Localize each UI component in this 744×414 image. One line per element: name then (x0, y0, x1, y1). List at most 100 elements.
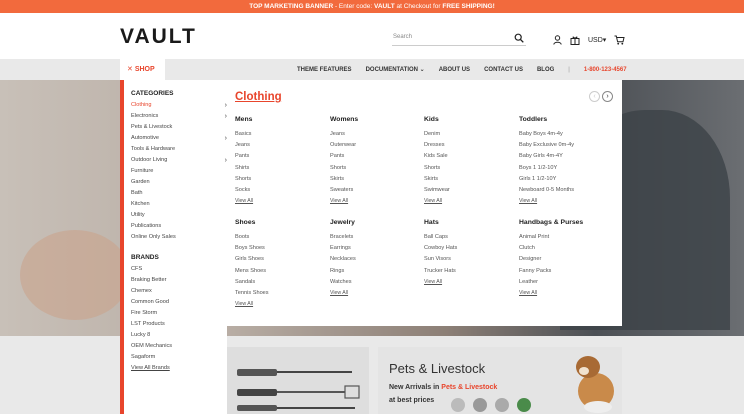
sidebar-category-item[interactable]: Publications (131, 221, 227, 232)
sidebar-brand-item[interactable]: Common Good (131, 297, 227, 308)
view-all-link[interactable]: View All (235, 299, 325, 310)
mega-menu-link[interactable]: Pants (330, 151, 420, 162)
mega-column-heading[interactable]: Mens (235, 116, 325, 129)
view-all-link[interactable]: View All (519, 196, 609, 207)
mega-menu-link[interactable]: Ball Caps (424, 232, 514, 243)
mega-column-heading[interactable]: Shoes (235, 219, 325, 232)
mega-menu-link[interactable]: Skirts (424, 174, 514, 185)
mega-column-heading[interactable]: Kids (424, 116, 514, 129)
mega-menu-link[interactable]: Baby Exclusive 0m-4y (519, 140, 609, 151)
sidebar-category-item[interactable]: Bath (131, 188, 227, 199)
mega-menu-link[interactable]: Earrings (330, 243, 420, 254)
view-all-link[interactable]: View All (330, 196, 420, 207)
sidebar-category-item[interactable]: Pets & Livestock (131, 122, 227, 133)
mega-menu-link[interactable]: Baby Girls 4m-4Y (519, 151, 609, 162)
promo-category-link[interactable]: Pets & Livestock (441, 384, 497, 391)
mega-menu-link[interactable]: Clutch (519, 243, 609, 254)
mega-menu-link[interactable]: Fanny Packs (519, 266, 609, 277)
search-input[interactable]: Search (392, 31, 526, 46)
mega-menu-link[interactable]: Sweaters (330, 185, 420, 196)
sidebar-category-item[interactable]: Tools & Hardware (131, 144, 227, 155)
mega-menu-link[interactable]: Girls 1 1/2-10Y (519, 174, 609, 185)
close-icon[interactable]: ✕ (127, 66, 133, 73)
view-all-link[interactable]: View All (519, 288, 609, 299)
mega-menu-link[interactable]: Denim (424, 129, 514, 140)
search-icon[interactable] (514, 33, 524, 43)
currency-selector[interactable]: USD▾ (588, 36, 606, 44)
user-icon[interactable] (553, 35, 562, 45)
sidebar-category-item[interactable]: Kitchen (131, 199, 227, 210)
promo-card-pets[interactable]: Pets & Livestock New Arrivals in Pets & … (378, 347, 622, 414)
sidebar-brand-item[interactable]: LST Products (131, 319, 227, 330)
nav-link-documentation[interactable]: DOCUMENTATION ⌄ (366, 66, 425, 73)
mega-menu-link[interactable]: Outerwear (330, 140, 420, 151)
sidebar-category-item[interactable]: Clothing › (131, 100, 227, 111)
mega-menu-link[interactable]: Shirts (235, 163, 325, 174)
mega-menu-link[interactable]: Swimwear (424, 185, 514, 196)
mega-menu-link[interactable]: Trucker Hats (424, 266, 514, 277)
mega-menu-link[interactable]: Designer (519, 254, 609, 265)
promo-card-tools[interactable] (227, 347, 369, 414)
sidebar-category-item[interactable]: Electronics › (131, 111, 227, 122)
mega-menu-link[interactable]: Girls Shoes (235, 254, 325, 265)
mega-menu-link[interactable]: Sandals (235, 277, 325, 288)
mega-menu-link[interactable]: Basics (235, 129, 325, 140)
sidebar-brand-item[interactable]: Sagaform (131, 352, 227, 363)
view-all-brands-link[interactable]: View All Brands (131, 363, 227, 374)
sidebar-category-item[interactable]: Utility (131, 210, 227, 221)
view-all-link[interactable]: View All (235, 196, 325, 207)
mega-menu-link[interactable]: Jeans (235, 140, 325, 151)
sidebar-brand-item[interactable]: CFS (131, 264, 227, 275)
sidebar-brand-item[interactable]: Lucky 8 (131, 330, 227, 341)
mega-menu-link[interactable]: Dresses (424, 140, 514, 151)
mega-menu-link[interactable]: Shorts (235, 174, 325, 185)
mega-menu-link[interactable]: Shorts (424, 163, 514, 174)
next-arrow-icon[interactable]: › (602, 91, 613, 102)
view-all-link[interactable]: View All (424, 277, 514, 288)
mega-column-heading[interactable]: Jewelry (330, 219, 420, 232)
mega-menu-link[interactable]: Necklaces (330, 254, 420, 265)
mega-menu-link[interactable]: Boots (235, 232, 325, 243)
sidebar-category-item[interactable]: Outdoor Living › (131, 155, 227, 166)
cart-icon[interactable] (614, 35, 625, 45)
prev-arrow-icon[interactable]: ‹ (589, 91, 600, 102)
mega-menu-link[interactable]: Sun Visors (424, 254, 514, 265)
sidebar-category-item[interactable]: Garden (131, 177, 227, 188)
nav-link-about-us[interactable]: ABOUT US (439, 67, 470, 73)
mega-menu-link[interactable]: Bracelets (330, 232, 420, 243)
mega-menu-link[interactable]: Mens Shoes (235, 266, 325, 277)
mega-menu-link[interactable]: Watches (330, 277, 420, 288)
sidebar-brand-item[interactable]: Braking Better (131, 275, 227, 286)
mega-menu-link[interactable]: Boys 1 1/2-10Y (519, 163, 609, 174)
mega-menu-link[interactable]: Kids Sale (424, 151, 514, 162)
mega-menu-link[interactable]: Socks (235, 185, 325, 196)
sidebar-category-item[interactable]: Furniture (131, 166, 227, 177)
mega-column-heading[interactable]: Handbags & Purses (519, 219, 609, 232)
mega-menu-title[interactable]: Clothing (235, 91, 282, 103)
mega-menu-link[interactable]: Animal Print (519, 232, 609, 243)
view-all-link[interactable]: View All (330, 288, 420, 299)
sidebar-brand-item[interactable]: OEM Mechanics (131, 341, 227, 352)
gift-icon[interactable] (570, 35, 580, 45)
mega-menu-link[interactable]: Shorts (330, 163, 420, 174)
sidebar-brand-item[interactable]: Fire Storm (131, 308, 227, 319)
nav-link-contact-us[interactable]: CONTACT US (484, 67, 523, 73)
mega-menu-link[interactable]: Baby Boys 4m-4y (519, 129, 609, 140)
mega-menu-link[interactable]: Cowboy Hats (424, 243, 514, 254)
mega-menu-link[interactable]: Boys Shoes (235, 243, 325, 254)
mega-menu-link[interactable]: Pants (235, 151, 325, 162)
mega-menu-link[interactable]: Leather (519, 277, 609, 288)
mega-menu-link[interactable]: Newboard 0-5 Months (519, 185, 609, 196)
sidebar-brand-item[interactable]: Chemex (131, 286, 227, 297)
mega-column-heading[interactable]: Hats (424, 219, 514, 232)
mega-menu-link[interactable]: Rings (330, 266, 420, 277)
site-logo[interactable]: VAULT (120, 25, 197, 49)
sidebar-category-item[interactable]: Automotive › (131, 133, 227, 144)
shop-menu-button[interactable]: ✕ SHOP (120, 59, 165, 80)
phone-number[interactable]: 1-800-123-4567 (584, 67, 627, 73)
mega-column-heading[interactable]: Womens (330, 116, 420, 129)
nav-link-theme-features[interactable]: THEME FEATURES (297, 67, 352, 73)
mega-menu-link[interactable]: Tennis Shoes (235, 288, 325, 299)
view-all-link[interactable]: View All (424, 196, 514, 207)
mega-column-heading[interactable]: Toddlers (519, 116, 609, 129)
